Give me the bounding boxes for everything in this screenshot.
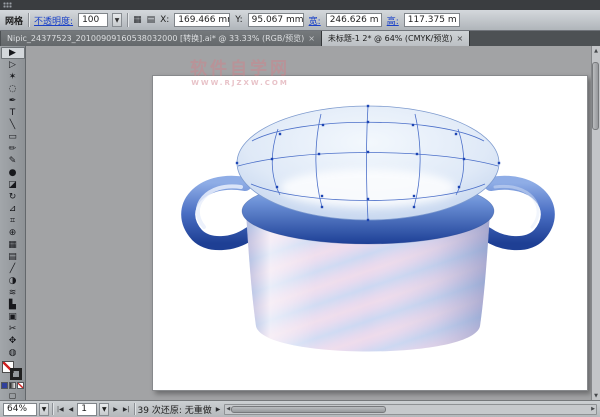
tab-document-2[interactable]: 未标题-1 2* @ 64% (CMYK/预览) × (322, 31, 470, 46)
type-tool[interactable]: T (1, 107, 25, 119)
artboard-number-input[interactable]: 1 (77, 403, 97, 416)
opacity-link[interactable]: 不透明度: (34, 14, 73, 27)
free-transform-tool[interactable]: ⌗ (1, 215, 25, 227)
paintbrush-tool[interactable]: ✏ (1, 143, 25, 155)
eyedropper-tool[interactable]: ╱ (1, 263, 25, 275)
next-artboard-button[interactable]: ▶ (112, 406, 119, 413)
prev-artboard-button[interactable]: ◀ (68, 406, 75, 413)
separator (28, 13, 29, 27)
pot-handle-right[interactable] (487, 183, 548, 243)
mesh-tool[interactable]: ▦ (1, 239, 25, 251)
hand-tool[interactable]: ✥ (1, 335, 25, 347)
scroll-down-icon[interactable]: ▼ (594, 391, 598, 400)
horizontal-scroll-thumb[interactable] (231, 406, 386, 413)
y-input[interactable]: 95.067 mm (248, 13, 304, 27)
canvas-area[interactable]: 软件自学网 WWW.RJZXW.COM (26, 46, 591, 400)
document-tab-bar: Nipic_24377523_20100909160538032000 [转换]… (0, 31, 600, 46)
zoom-input[interactable]: 64% (3, 403, 37, 416)
symbol-sprayer-tool[interactable]: ≋ (1, 287, 25, 299)
artboard-dropdown-icon[interactable]: ▼ (99, 403, 109, 416)
pot-handle-left[interactable] (188, 183, 249, 243)
workspace: ▶ ▷ ✶ ◌ ✒ T ╲ ▭ ✏ ✎ ● ◪ ↻ ⊿ ⌗ ⊕ ▦ ▤ ╱ ◑ … (0, 46, 600, 400)
gradient-mode-button[interactable] (9, 382, 16, 389)
tools-panel: ▶ ▷ ✶ ◌ ✒ T ╲ ▭ ✏ ✎ ● ◪ ↻ ⊿ ⌗ ⊕ ▦ ▤ ╱ ◑ … (0, 46, 26, 400)
horizontal-scrollbar[interactable]: ◀ ▶ (224, 404, 597, 415)
line-segment-tool[interactable]: ╲ (1, 119, 25, 131)
width-input[interactable]: 246.626 m (326, 13, 382, 27)
y-label: Y: (235, 15, 242, 25)
lasso-tool[interactable]: ◌ (1, 83, 25, 95)
first-artboard-button[interactable]: |◀ (56, 406, 65, 413)
pen-tool[interactable]: ✒ (1, 95, 25, 107)
height-label[interactable]: 高: (387, 14, 399, 27)
none-mode-button[interactable] (17, 382, 24, 389)
slice-tool[interactable]: ✂ (1, 323, 25, 335)
vertical-scroll-thumb[interactable] (592, 62, 599, 130)
artboard[interactable] (152, 75, 588, 391)
opacity-input[interactable]: 100 (78, 13, 108, 27)
stroke-color-swatch[interactable] (10, 368, 22, 380)
direct-selection-tool[interactable]: ▷ (1, 59, 25, 71)
scroll-left-icon[interactable]: ◀ (226, 406, 230, 412)
height-input[interactable]: 117.375 m (404, 13, 460, 27)
history-status-text: 39 次还原: 无重做 (138, 403, 212, 416)
scale-tool[interactable]: ⊿ (1, 203, 25, 215)
zoom-tool[interactable]: ◍ (1, 347, 25, 359)
separator (52, 403, 53, 415)
screen-mode-button[interactable]: ▢ (9, 391, 17, 400)
document-setup-icon[interactable]: ▤ (147, 15, 156, 25)
width-label[interactable]: 宽: (309, 14, 321, 27)
tab-close-icon[interactable]: × (308, 35, 315, 43)
selection-tool[interactable]: ▶ (1, 47, 25, 59)
zoom-dropdown-icon[interactable]: ▼ (39, 403, 49, 416)
scroll-up-icon[interactable]: ▲ (594, 46, 598, 55)
paint-mode-row (1, 382, 24, 389)
blob-brush-tool[interactable]: ● (1, 167, 25, 179)
control-panel: 网格 不透明度: 100 ▼ ▦ ▤ X: 169.466 mm Y: 95.0… (0, 10, 600, 31)
illustrator-window: 网格 不透明度: 100 ▼ ▦ ▤ X: 169.466 mm Y: 95.0… (0, 0, 600, 417)
color-mode-button[interactable] (1, 382, 8, 389)
opacity-dropdown-icon[interactable]: ▼ (112, 13, 122, 27)
color-swatches (1, 361, 25, 381)
rectangle-tool[interactable]: ▭ (1, 131, 25, 143)
frame-top (0, 0, 600, 10)
shape-builder-tool[interactable]: ⊕ (1, 227, 25, 239)
status-menu-icon[interactable]: ▶ (215, 406, 222, 413)
scroll-right-icon[interactable]: ▶ (591, 406, 595, 412)
magic-wand-tool[interactable]: ✶ (1, 71, 25, 83)
vertical-scrollbar[interactable]: ▲ ▼ (591, 46, 600, 400)
separator (134, 403, 135, 415)
pencil-tool[interactable]: ✎ (1, 155, 25, 167)
tab-document-1[interactable]: Nipic_24377523_20100909160538032000 [转换]… (1, 31, 322, 46)
selection-type-label: 网格 (5, 14, 23, 27)
tab-label: 未标题-1 2* @ 64% (CMYK/预览) (328, 33, 453, 44)
rotate-tool[interactable]: ↻ (1, 191, 25, 203)
tab-label: Nipic_24377523_20100909160538032000 [转换]… (7, 33, 304, 44)
separator (127, 13, 128, 27)
blend-tool[interactable]: ◑ (1, 275, 25, 287)
graph-tool[interactable]: ▙ (1, 299, 25, 311)
x-input[interactable]: 169.466 mm (174, 13, 230, 27)
tab-close-icon[interactable]: × (456, 35, 463, 43)
panel-grip-icon[interactable] (3, 2, 12, 8)
last-artboard-button[interactable]: ▶| (122, 406, 131, 413)
status-bar: 64% ▼ |◀ ◀ 1 ▼ ▶ ▶| 39 次还原: 无重做 ▶ ◀ ▶ (0, 400, 600, 417)
pot-illustration[interactable] (153, 76, 589, 392)
artboard-tool[interactable]: ▣ (1, 311, 25, 323)
reference-point-icon[interactable]: ▦ (133, 15, 142, 25)
x-label: X: (160, 15, 169, 25)
eraser-tool[interactable]: ◪ (1, 179, 25, 191)
gradient-tool[interactable]: ▤ (1, 251, 25, 263)
